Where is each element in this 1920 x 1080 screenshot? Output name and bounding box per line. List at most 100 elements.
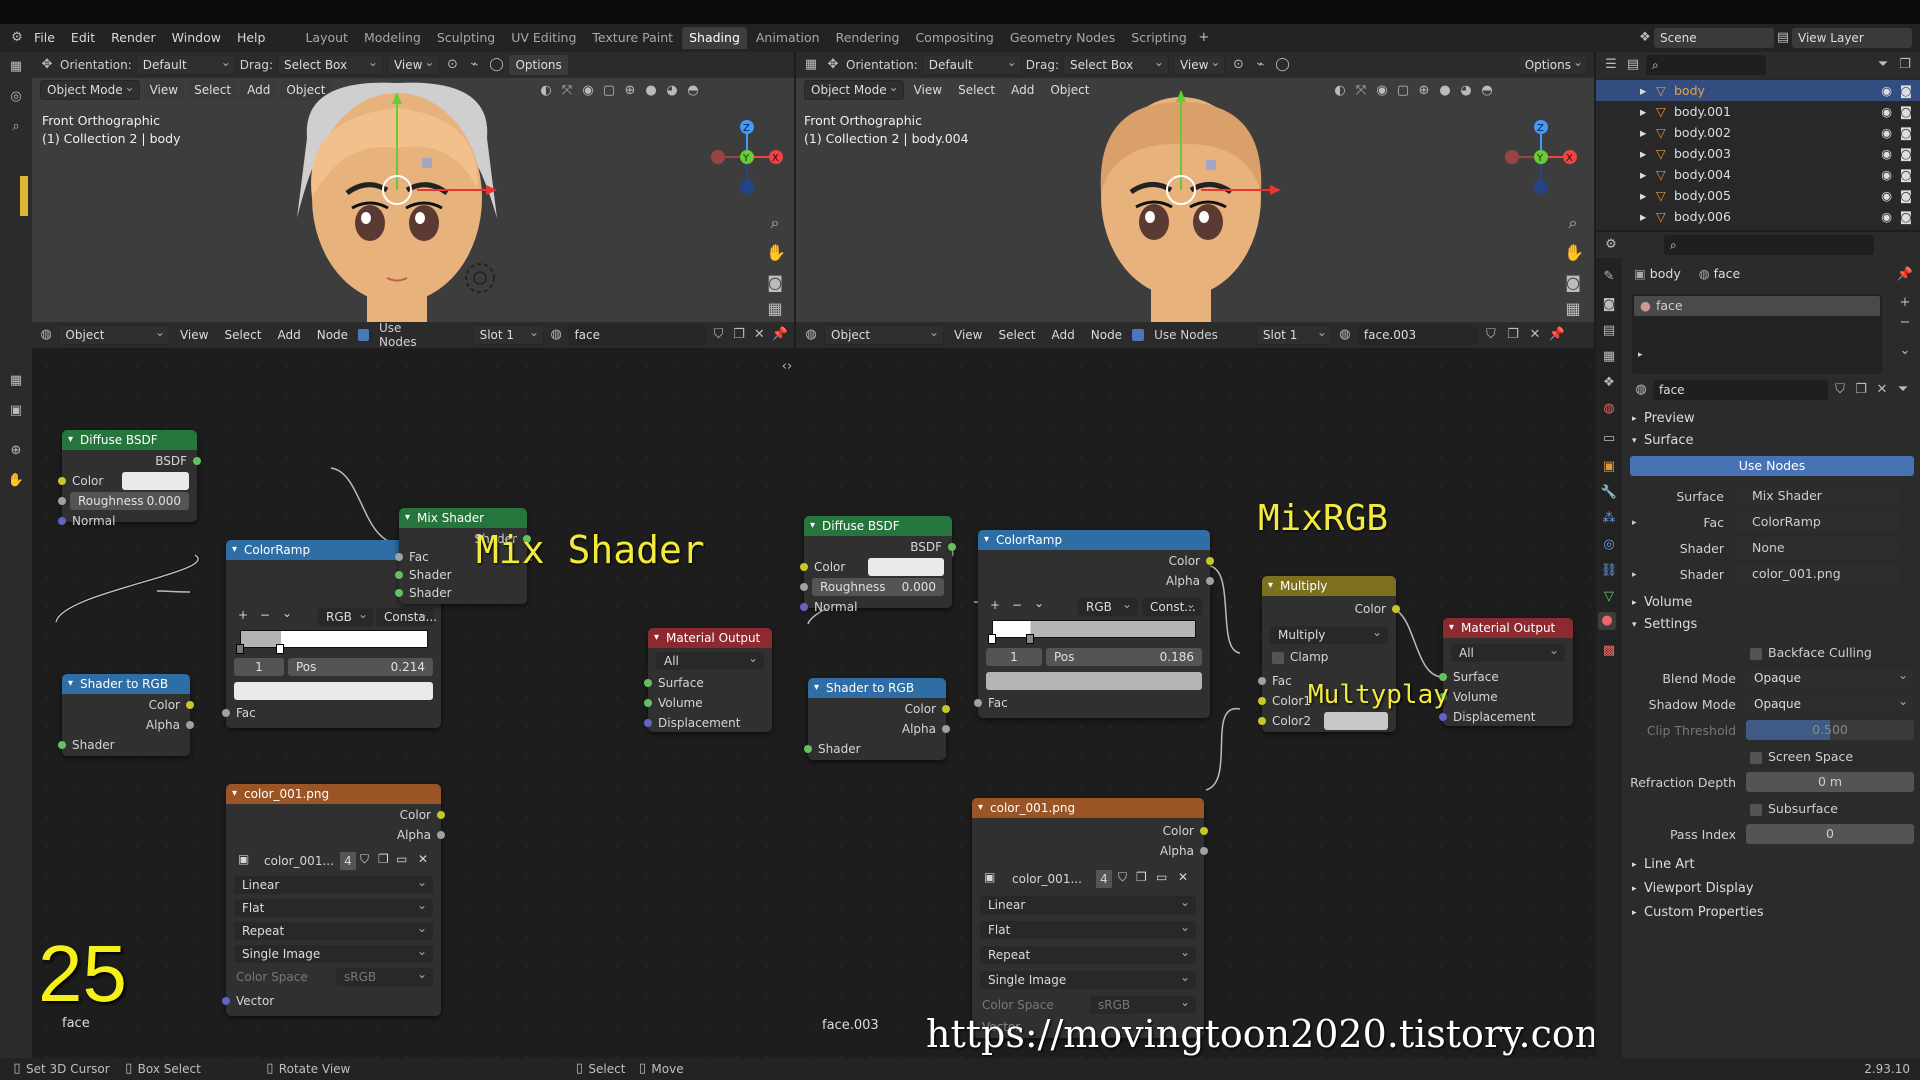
socket-color-out[interactable] [942, 705, 950, 713]
pivot-icon[interactable]: ⊙ [443, 56, 461, 74]
blend-mode-dropdown[interactable]: Opaque [1746, 665, 1914, 688]
socket-fac-in[interactable] [1258, 677, 1266, 685]
source-dropdown[interactable]: Single Image [980, 968, 1196, 989]
socket-color-out[interactable] [1392, 605, 1400, 613]
node-material-output[interactable]: Material Output All Surface Volume Displ… [644, 628, 772, 732]
overlay-icon[interactable]: ◉ [579, 82, 597, 100]
socket-bsdf-out[interactable] [948, 543, 956, 551]
tab-texture-paint[interactable]: Texture Paint [585, 27, 680, 49]
menu-edit[interactable]: Edit [63, 24, 103, 52]
node-diffuse-bsdf[interactable]: Diffuse BSDF BSDF Color Roughness0.000 N… [800, 516, 956, 614]
transform-icon[interactable]: ✥ [824, 56, 842, 74]
editor-type-icon-lower[interactable]: ▦ [7, 372, 25, 390]
tab-compositing[interactable]: Compositing [908, 27, 1000, 49]
outliner-item-body-004[interactable]: ▸ ▽ body.004 ◉ ◙ [1596, 164, 1920, 185]
eye-icon[interactable]: ◉ [1881, 80, 1892, 101]
remove-stop-icon[interactable]: − [1012, 598, 1022, 612]
render-tab-icon[interactable]: ◙ [1600, 296, 1618, 314]
ramp-menu-icon[interactable]: ⌄ [1034, 596, 1044, 610]
camera-icon[interactable]: ◙ [1900, 185, 1912, 206]
material-slot-list[interactable]: ● face ▸ [1632, 294, 1882, 374]
node-image-texture[interactable]: color_001.png Color Alpha ▣ color_001...… [222, 784, 445, 1016]
node-material-output[interactable]: Material Output All Surface Volume Displ… [1439, 618, 1573, 726]
menu-view[interactable]: View [143, 80, 185, 100]
expand-icon[interactable]: ▸ [1640, 164, 1646, 185]
snap-icon[interactable]: ⌁ [1251, 56, 1269, 74]
tab-sculpting[interactable]: Sculpting [430, 27, 502, 49]
socket-bsdf-out[interactable] [193, 457, 201, 465]
outliner-search-input[interactable]: ⌕ [1646, 55, 1766, 75]
pan-viewport-icon[interactable]: ✋ [766, 244, 786, 262]
projection-dropdown[interactable]: Flat [234, 896, 433, 917]
pin-icon[interactable]: 📌 [1896, 266, 1914, 284]
material-shading-icon[interactable]: ◕ [663, 82, 681, 100]
camera-icon[interactable]: ◙ [1900, 206, 1912, 227]
scene-tab-icon[interactable]: ❖ [1600, 374, 1618, 392]
eye-icon[interactable]: ◉ [1881, 185, 1892, 206]
eye-icon[interactable]: ◉ [1881, 206, 1892, 227]
orientation-dropdown[interactable]: Default [921, 53, 1022, 75]
navigation-gizmo-icon[interactable]: X Z Y [702, 112, 792, 202]
new-image-icon[interactable]: ❐ [378, 852, 389, 866]
shader1-value[interactable]: None [1734, 538, 1900, 558]
clamp-row[interactable]: Clamp [1262, 648, 1396, 666]
stop-pos-field[interactable]: Pos 0.186 [1046, 648, 1202, 666]
surface-value[interactable]: Mix Shader [1734, 486, 1900, 506]
eye-icon[interactable]: ◉ [1881, 122, 1892, 143]
color-ramp-bar[interactable] [992, 620, 1196, 638]
view-layer-tab-icon[interactable]: ▦ [1600, 348, 1618, 366]
socket-shader-2-in[interactable] [395, 589, 403, 597]
rendered-shading-icon[interactable]: ◓ [684, 82, 702, 100]
roughness-field[interactable]: Roughness 0.000 [812, 578, 944, 596]
eye-icon[interactable]: ◉ [1881, 143, 1892, 164]
stop-pos-field[interactable]: Pos 0.214 [288, 658, 433, 676]
orientation-dropdown[interactable]: Default [135, 53, 236, 75]
editor-type-icon[interactable]: ⚙ [1602, 236, 1620, 254]
socket-fac-in[interactable] [222, 709, 230, 717]
node-shader-to-rgb[interactable]: Shader to RGB Color Alpha Shader [58, 674, 194, 756]
node-shader-to-rgb[interactable]: Shader to RGB Color Alpha Shader [804, 678, 950, 760]
overlay-icon[interactable]: ◉ [1373, 82, 1391, 100]
color2-swatch[interactable] [1324, 712, 1388, 730]
socket-color-out[interactable] [1206, 557, 1214, 565]
sss-checkbox[interactable] [1750, 803, 1762, 816]
socket-normal-in[interactable] [800, 603, 808, 611]
socket-shader-in[interactable] [58, 741, 66, 749]
filter-icon[interactable]: ⏷ [1874, 56, 1892, 74]
xray-icon[interactable]: ▢ [600, 82, 618, 100]
socket-alpha-out[interactable] [1200, 847, 1208, 855]
zoom-viewport-icon[interactable]: ⌕ [766, 214, 784, 232]
gizmo-icon[interactable]: ⤧ [558, 82, 576, 100]
ramp-mode-dropdown[interactable]: RGB [318, 605, 374, 626]
expand-icon[interactable]: ▸ [1640, 143, 1646, 164]
expand-icon[interactable]: ▸ [1640, 206, 1646, 227]
use-nodes-button[interactable]: Use Nodes [1630, 456, 1914, 476]
particles-tab-icon[interactable]: ⁂ [1600, 510, 1618, 528]
constraint-tab-icon[interactable]: ⛓ [1600, 562, 1618, 580]
stop-index-field[interactable]: 1 [234, 658, 284, 676]
extension-dropdown[interactable]: Repeat [980, 943, 1196, 964]
socket-alpha-out[interactable] [1206, 577, 1214, 585]
ramp-stop-0[interactable] [988, 634, 996, 644]
roughness-field[interactable]: Roughness 0.000 [70, 492, 189, 510]
search-icon[interactable]: ⌕ [7, 118, 25, 136]
properties-search-input[interactable]: ⌕ [1664, 235, 1874, 255]
slot-menu-icon[interactable]: ⌄ [1896, 342, 1914, 360]
backface-row[interactable]: Backface Culling [1624, 642, 1920, 664]
blender-logo-icon[interactable]: ⚙ [8, 29, 26, 47]
clamp-checkbox[interactable] [1272, 651, 1284, 664]
snap-icon[interactable]: ⌁ [465, 56, 483, 74]
browse-material-icon[interactable]: ◍ [1632, 381, 1650, 399]
tab-shading[interactable]: Shading [682, 27, 747, 49]
outliner-item-body-006[interactable]: ▸ ▽ body.006 ◉ ◙ [1596, 206, 1920, 227]
tab-scripting[interactable]: Scripting [1124, 27, 1194, 49]
transform-icon[interactable]: ✥ [38, 56, 56, 74]
refraction-depth-field[interactable]: 0 m [1746, 772, 1914, 792]
stop-color-swatch[interactable] [234, 682, 433, 700]
image-icon[interactable]: ▣ [7, 402, 25, 420]
tab-rendering[interactable]: Rendering [829, 27, 907, 49]
stop-index-field[interactable]: 1 [986, 648, 1042, 666]
unlink-image-icon[interactable]: ✕ [418, 852, 428, 866]
wireframe-shading-icon[interactable]: ⊕ [1415, 82, 1433, 100]
expand-icon[interactable]: ▸ [1640, 80, 1646, 101]
